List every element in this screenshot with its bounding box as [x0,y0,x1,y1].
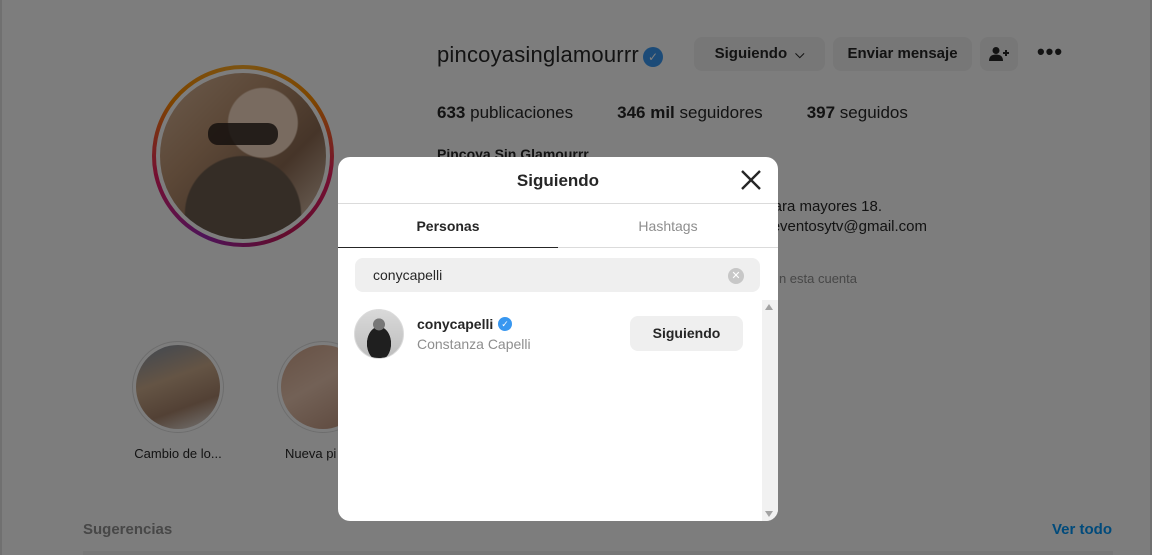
scroll-up-arrow-icon[interactable] [765,304,773,310]
following-dialog: Siguiendo Personas Hashtags conycapelli … [338,157,778,521]
close-icon[interactable] [738,167,764,193]
tab-hashtags[interactable]: Hashtags [558,204,778,248]
following-toggle-button[interactable]: Siguiendo [630,316,743,351]
search-input[interactable]: conycapelli ✕ [355,258,760,292]
scroll-down-arrow-icon[interactable] [765,511,773,517]
result-full-name: Constanza Capelli [417,336,531,352]
search-input-value: conycapelli [373,267,443,283]
list-item: conycapelli ✓ Constanza Capelli Siguiend… [338,300,762,366]
dialog-title: Siguiendo [516,171,600,190]
dialog-tabs: Personas Hashtags [338,204,778,248]
results-list: conycapelli ✓ Constanza Capelli Siguiend… [338,300,762,521]
tab-people[interactable]: Personas [338,204,558,248]
scrollbar[interactable] [762,300,778,521]
result-username[interactable]: conycapelli [417,316,493,332]
clear-search-icon[interactable]: ✕ [728,268,744,284]
avatar[interactable] [354,309,404,359]
verified-badge-icon: ✓ [498,317,512,331]
dialog-header: Siguiendo [338,157,778,204]
